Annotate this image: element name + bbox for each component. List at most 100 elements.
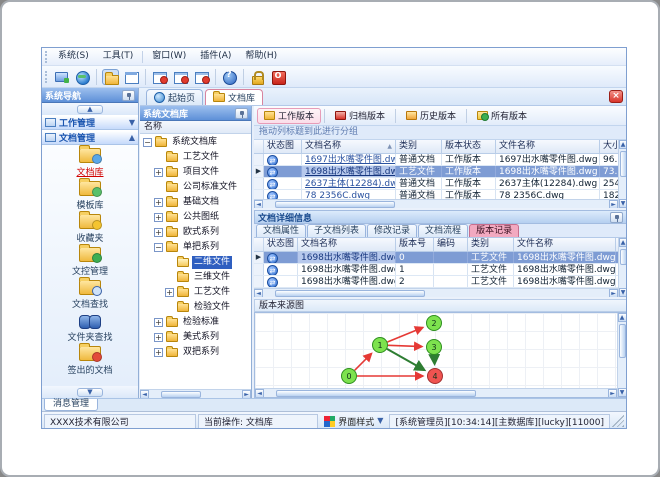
version-grid-hscrollbar[interactable]: ◄ ►: [254, 288, 618, 297]
table-row[interactable]: ⇄ 2637主体(12284).dwg 普通文档 工作版本 2637主体(12284).…: [254, 178, 618, 190]
document-link[interactable]: 2637主体(12284).dwg: [305, 179, 395, 189]
tree-node[interactable]: + 项目文件: [140, 165, 251, 180]
column-header[interactable]: 大小: [600, 140, 618, 153]
pin-icon[interactable]: [610, 211, 623, 223]
column-header[interactable]: 状态图: [264, 238, 298, 251]
tree-node[interactable]: 三维文件: [140, 270, 251, 285]
column-header[interactable]: 类别: [468, 238, 514, 251]
version-filter-button[interactable]: 所有版本: [470, 108, 534, 124]
table-row[interactable]: ⇄1698出水嘴零件图.dwg2工艺文件1698出水嘴零件图.dwg73.00K…: [254, 276, 618, 288]
column-header[interactable]: 版本状态: [442, 140, 496, 153]
sidebar-item-favorites[interactable]: 收藏夹: [45, 211, 135, 247]
power-icon[interactable]: [270, 69, 287, 85]
menu-item[interactable]: 系统(S): [51, 48, 96, 65]
nav-scroll-down[interactable]: ▼: [42, 386, 138, 398]
help-icon[interactable]: [221, 69, 238, 85]
tree-horizontal-scrollbar[interactable]: ◄ ►: [140, 389, 251, 399]
tab-start-page[interactable]: 起始页: [146, 89, 204, 105]
expand-icon[interactable]: +: [154, 318, 163, 327]
pin-icon[interactable]: [235, 107, 248, 119]
sidebar-item-template-library[interactable]: 模板库: [45, 178, 135, 214]
tree-node[interactable]: + 工艺文件: [140, 285, 251, 300]
sidebar-item-doc-library[interactable]: 文档库: [45, 145, 135, 181]
document-link[interactable]: 1697出水嘴零件图.dwg: [305, 155, 395, 165]
menu-item[interactable]: 插件(A): [193, 48, 238, 65]
expand-icon[interactable]: +: [154, 348, 163, 357]
column-header[interactable]: 状态图: [264, 140, 302, 153]
chevron-down-icon[interactable]: ▼: [129, 118, 135, 127]
sidebar-item-folder-search[interactable]: 文件夹查找: [45, 313, 135, 346]
tree-node[interactable]: + 双把系列: [140, 345, 251, 360]
column-header[interactable]: 编码: [434, 238, 468, 251]
message-management-tab[interactable]: 消息管理: [44, 399, 98, 411]
globe-icon[interactable]: [74, 69, 91, 85]
detail-tab-active[interactable]: 版本记录: [469, 224, 520, 237]
detail-tab-item[interactable]: 文档流程: [418, 224, 469, 237]
column-header[interactable]: 文档名称 ▲: [302, 140, 396, 153]
nav-scroll-up[interactable]: ▲: [42, 103, 138, 115]
version-graph-canvas[interactable]: 0 1 2 3 4: [255, 313, 617, 388]
column-header[interactable]: 文档名称: [298, 238, 396, 251]
version-filter-button[interactable]: 工作版本: [257, 107, 322, 124]
sidebar-group-collapsed[interactable]: 工作管理 ▼: [42, 115, 138, 130]
tree-node[interactable]: − 系统文档库: [140, 135, 251, 150]
tree-node[interactable]: + 美式系列: [140, 330, 251, 345]
column-header[interactable]: 文件名称: [514, 238, 616, 251]
menu-item[interactable]: 窗口(W): [145, 48, 193, 65]
window-new-icon[interactable]: [151, 69, 168, 85]
table-row[interactable]: ⇄1698出水嘴零件图.dwg1工艺文件1698出水嘴零件图.dwg73.00K…: [254, 264, 618, 276]
column-header[interactable]: 类别: [396, 140, 442, 153]
version-filter-button[interactable]: 历史版本: [399, 108, 463, 124]
sidebar-item-doc-search[interactable]: 文档查找: [45, 277, 135, 313]
close-tab-icon[interactable]: ×: [609, 90, 623, 103]
documents-grid-hscrollbar[interactable]: ◄ ►: [254, 199, 618, 208]
table-row[interactable]: ▶ ⇄ 1698出水嘴零件图.dwg 工艺文件 工作版本 1698出水嘴零件图.dwg 73…: [254, 166, 618, 178]
tree-node[interactable]: + 欧式系列: [140, 225, 251, 240]
expand-icon[interactable]: +: [154, 333, 163, 342]
detail-tab-item[interactable]: 子文档列表: [307, 224, 367, 237]
expand-icon[interactable]: +: [154, 168, 163, 177]
lock-icon[interactable]: [249, 69, 266, 85]
tree-column-header[interactable]: 名称: [140, 121, 251, 134]
sidebar-item-doc-control[interactable]: 文控管理: [45, 244, 135, 280]
graph-vscrollbar[interactable]: ▲ ▼: [617, 313, 626, 397]
tree-node[interactable]: 检验文件: [140, 300, 251, 315]
detail-tab-item[interactable]: 文档属性: [256, 224, 307, 237]
resize-grip[interactable]: [612, 415, 624, 427]
document-link[interactable]: 1698出水嘴零件图.dwg: [305, 167, 395, 177]
version-filter-button[interactable]: 归档版本: [328, 108, 392, 124]
tree-node[interactable]: + 检验标准: [140, 315, 251, 330]
table-row[interactable]: ⇄ 1697出水嘴零件图.dwg 普通文档 工作版本 1697出水嘴零件图.dwg 96.…: [254, 154, 618, 166]
folder-open-icon[interactable]: [102, 68, 119, 85]
expand-icon[interactable]: +: [154, 228, 163, 237]
tree-node[interactable]: + 公共图纸: [140, 210, 251, 225]
menu-item[interactable]: 工具(T): [96, 48, 141, 65]
tab-doc-library[interactable]: 文档库: [205, 89, 264, 105]
column-header[interactable]: 版本号: [396, 238, 434, 251]
window-close-icon[interactable]: [193, 69, 210, 85]
grid-icon[interactable]: [123, 69, 140, 85]
column-header[interactable]: 文件名称: [496, 140, 600, 153]
tree-node[interactable]: 二维文件: [140, 255, 251, 270]
detail-tab-item[interactable]: 修改记录: [367, 224, 418, 237]
pin-icon[interactable]: [122, 89, 135, 101]
chevron-up-icon[interactable]: ▲: [129, 133, 135, 142]
sidebar-item-checked-out[interactable]: 签出的文档: [45, 343, 135, 379]
graph-hscrollbar[interactable]: ◄ ►: [255, 388, 617, 397]
tree-node[interactable]: 工艺文件: [140, 150, 251, 165]
menu-item[interactable]: 帮助(H): [238, 48, 284, 65]
tree-node[interactable]: − 单把系列: [140, 240, 251, 255]
version-grid-vscrollbar[interactable]: ▲ ▼: [618, 238, 626, 297]
expand-icon[interactable]: +: [154, 213, 163, 222]
documents-grid-vscrollbar[interactable]: ▲ ▼: [618, 140, 626, 208]
sidebar-group-expanded[interactable]: 文档管理 ▲: [42, 130, 138, 145]
collapse-icon[interactable]: −: [154, 243, 163, 252]
collapse-icon[interactable]: −: [143, 138, 152, 147]
tree-node[interactable]: 公司标准文件: [140, 180, 251, 195]
window-refresh-icon[interactable]: [172, 69, 189, 85]
interface-style-dropdown[interactable]: 界面样式 ▼: [320, 415, 387, 428]
desktop-icon[interactable]: [53, 69, 70, 85]
table-row[interactable]: ▶⇄1698出水嘴零件图.dwg0工艺文件1698出水嘴零件图.dwg73.00…: [254, 252, 618, 264]
expand-icon[interactable]: +: [165, 288, 174, 297]
expand-icon[interactable]: +: [154, 198, 163, 207]
